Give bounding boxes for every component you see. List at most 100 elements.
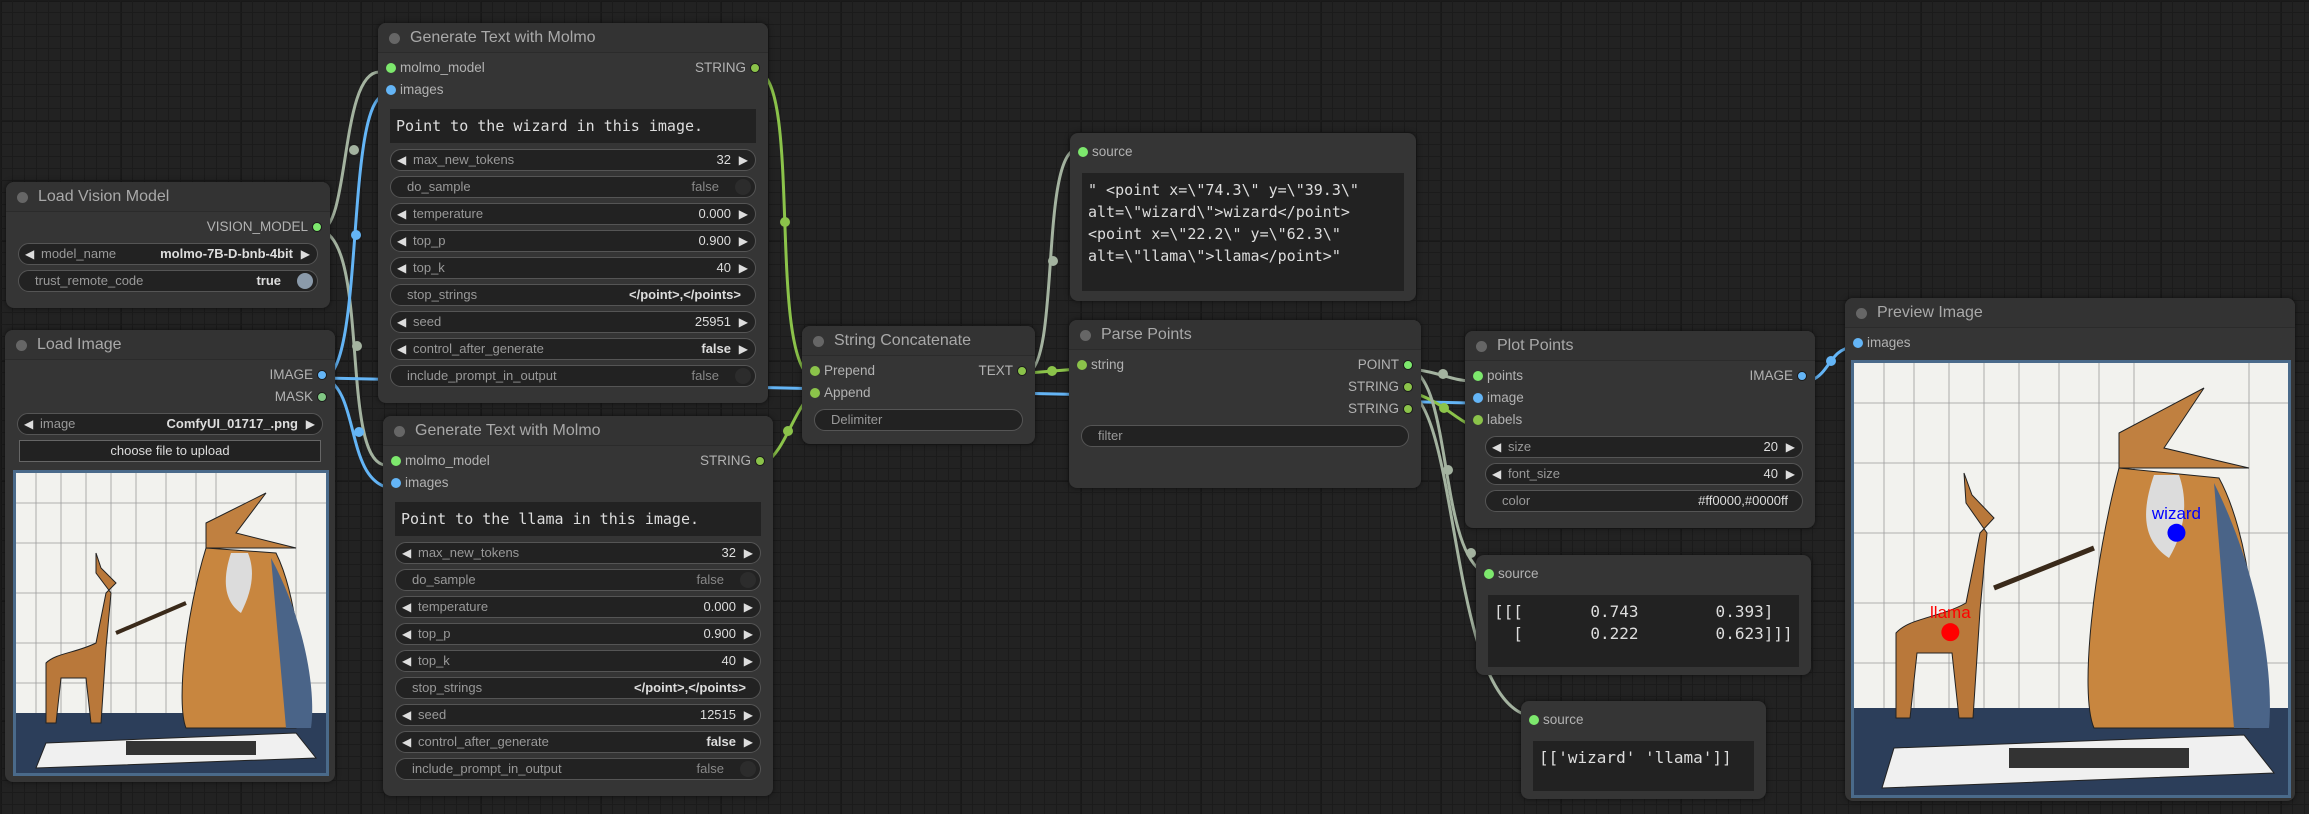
node-title[interactable]: Plot Points <box>1465 331 1815 361</box>
upload-button[interactable]: choose file to upload <box>19 440 321 462</box>
link-midpoint[interactable] <box>1826 356 1836 366</box>
toggle-knob-icon[interactable] <box>735 368 751 384</box>
increment-arrow-icon[interactable]: ▶ <box>739 204 748 224</box>
input-slot-prepend[interactable]: Prepend <box>810 360 875 382</box>
slot-dot-icon[interactable] <box>1403 382 1413 392</box>
increment-arrow-icon[interactable]: ▶ <box>744 705 753 725</box>
node-show-points[interactable]: source [[[ 0.743 0.393] [ 0.222 0.623]]] <box>1476 555 1811 675</box>
collapse-dot-icon[interactable] <box>1080 330 1091 341</box>
slot-dot-icon[interactable] <box>1077 360 1087 370</box>
toggle-knob-icon[interactable] <box>740 572 756 588</box>
input-slot-source[interactable]: source <box>1078 141 1408 163</box>
output-slot-string[interactable]: STRING <box>700 450 765 472</box>
input-slot-source[interactable]: source <box>1529 709 1758 731</box>
link-midpoint[interactable] <box>1048 256 1058 266</box>
output-slot-point[interactable]: POINT <box>1358 354 1413 376</box>
widget-size[interactable]: ◀ size 20 ▶ <box>1485 436 1803 458</box>
slot-dot-icon[interactable] <box>391 478 401 488</box>
output-textarea[interactable]: [[[ 0.743 0.393] [ 0.222 0.623]]] <box>1488 595 1799 667</box>
widget-font-size[interactable]: ◀ font_size 40 ▶ <box>1485 463 1803 485</box>
node-preview-image[interactable]: Preview Image images wizard llama <box>1845 298 2295 801</box>
link-midpoint[interactable] <box>349 145 359 155</box>
link-midpoint[interactable] <box>354 427 364 437</box>
input-slot-image[interactable]: image <box>1473 387 1807 409</box>
prompt-textarea[interactable]: Point to the llama in this image. <box>395 502 761 536</box>
node-title[interactable]: Load Vision Model <box>6 182 330 212</box>
widget-trust-remote-code[interactable]: trust_remote_code true <box>18 270 318 292</box>
collapse-dot-icon[interactable] <box>1856 308 1867 319</box>
widget-include-prompt-in-output[interactable]: include_prompt_in_output false <box>390 365 756 387</box>
widget-top-p[interactable]: ◀ top_p 0.900 ▶ <box>390 230 756 252</box>
slot-dot-icon[interactable] <box>755 456 765 466</box>
output-slot-string[interactable]: STRING <box>695 57 760 79</box>
increment-arrow-icon[interactable]: ▶ <box>739 339 748 359</box>
collapse-dot-icon[interactable] <box>1476 341 1487 352</box>
decrement-arrow-icon[interactable]: ◀ <box>402 705 411 725</box>
increment-arrow-icon[interactable]: ▶ <box>739 258 748 278</box>
link-midpoint[interactable] <box>1443 465 1453 475</box>
input-slot-points[interactable]: points <box>1473 365 1523 387</box>
output-slot-image[interactable]: IMAGE <box>13 364 327 386</box>
increment-arrow-icon[interactable]: ▶ <box>739 231 748 251</box>
toggle-knob-icon[interactable] <box>740 761 756 777</box>
link-midpoint[interactable] <box>1047 366 1057 376</box>
output-slot-text[interactable]: TEXT <box>978 360 1027 382</box>
widget-do-sample[interactable]: do_sample false <box>395 569 761 591</box>
input-slot-images[interactable]: images <box>386 79 760 101</box>
node-string-concatenate[interactable]: String Concatenate Prepend TEXT Append D… <box>802 326 1035 444</box>
widget-temperature[interactable]: ◀ temperature 0.000 ▶ <box>395 596 761 618</box>
widget-stop-strings[interactable]: stop_strings </point>,</points> <box>395 677 761 699</box>
output-slot-string-2[interactable]: STRING <box>1077 398 1413 420</box>
input-slot-images[interactable]: images <box>1853 332 2287 354</box>
link-midpoint[interactable] <box>1438 369 1448 379</box>
widget-control-after-generate[interactable]: ◀ control_after_generate false ▶ <box>390 338 756 360</box>
increment-arrow-icon[interactable]: ▶ <box>744 732 753 752</box>
node-load-image[interactable]: Load Image IMAGE MASK ◀ image ComfyUI_01… <box>5 330 335 782</box>
slot-dot-icon[interactable] <box>391 456 401 466</box>
input-slot-images[interactable]: images <box>391 472 765 494</box>
slot-dot-icon[interactable] <box>1473 393 1483 403</box>
node-show-labels[interactable]: source [['wizard' 'llama']] <box>1521 701 1766 799</box>
increment-arrow-icon[interactable]: ▶ <box>306 414 315 434</box>
increment-arrow-icon[interactable]: ▶ <box>301 244 310 264</box>
slot-dot-icon[interactable] <box>1017 366 1027 376</box>
node-title[interactable]: Generate Text with Molmo <box>378 23 768 53</box>
widget-control-after-generate[interactable]: ◀ control_after_generate false ▶ <box>395 731 761 753</box>
collapse-dot-icon[interactable] <box>394 426 405 437</box>
decrement-arrow-icon[interactable]: ◀ <box>1492 437 1501 457</box>
widget-include-prompt-in-output[interactable]: include_prompt_in_output false <box>395 758 761 780</box>
node-title[interactable]: Generate Text with Molmo <box>383 416 773 446</box>
increment-arrow-icon[interactable]: ▶ <box>744 624 753 644</box>
slot-dot-icon[interactable] <box>386 63 396 73</box>
decrement-arrow-icon[interactable]: ◀ <box>397 150 406 170</box>
widget-stop-strings[interactable]: stop_strings </point>,</points> <box>390 284 756 306</box>
increment-arrow-icon[interactable]: ▶ <box>1786 464 1795 484</box>
output-slot-vision-model[interactable]: VISION_MODEL <box>14 216 322 238</box>
link-midpoint[interactable] <box>351 230 361 240</box>
node-title[interactable]: Load Image <box>5 330 335 360</box>
output-slot-mask[interactable]: MASK <box>13 386 327 408</box>
slot-dot-icon[interactable] <box>1403 404 1413 414</box>
node-generate-text-llama[interactable]: Generate Text with Molmo molmo_model STR… <box>383 416 773 796</box>
widget-do-sample[interactable]: do_sample false <box>390 176 756 198</box>
slot-dot-icon[interactable] <box>317 392 327 402</box>
output-textarea[interactable]: " <point x=\"74.3\" y=\"39.3\" alt=\"wiz… <box>1082 173 1404 291</box>
input-slot-string[interactable]: string <box>1077 354 1124 376</box>
decrement-arrow-icon[interactable]: ◀ <box>402 651 411 671</box>
widget-model-name[interactable]: ◀ model_name molmo-7B-D-bnb-4bit ▶ <box>18 243 318 265</box>
node-title[interactable]: Preview Image <box>1845 298 2295 328</box>
slot-dot-icon[interactable] <box>810 366 820 376</box>
decrement-arrow-icon[interactable]: ◀ <box>397 312 406 332</box>
output-slot-string-1[interactable]: STRING <box>1077 376 1413 398</box>
node-show-text-output[interactable]: source " <point x=\"74.3\" y=\"39.3\" al… <box>1070 133 1416 301</box>
slot-dot-icon[interactable] <box>386 85 396 95</box>
slot-dot-icon[interactable] <box>810 388 820 398</box>
increment-arrow-icon[interactable]: ▶ <box>739 312 748 332</box>
node-title[interactable]: Parse Points <box>1069 320 1421 350</box>
widget-max-new-tokens[interactable]: ◀ max_new_tokens 32 ▶ <box>390 149 756 171</box>
filter-input[interactable]: filter <box>1081 425 1409 447</box>
input-slot-append[interactable]: Append <box>810 382 1027 404</box>
decrement-arrow-icon[interactable]: ◀ <box>402 543 411 563</box>
link-midpoint[interactable] <box>1466 548 1476 558</box>
link-midpoint[interactable] <box>352 341 362 351</box>
